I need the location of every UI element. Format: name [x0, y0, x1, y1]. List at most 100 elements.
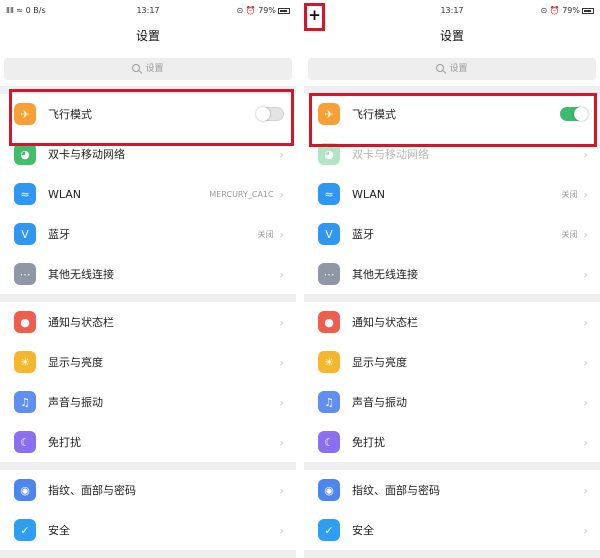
dnd-icon: ☾ — [318, 431, 340, 453]
airplane-icon: ✈ — [318, 103, 340, 125]
row-wlan[interactable]: ≈ WLAN MERCURY_CA1C › — [0, 174, 296, 214]
row-label: 显示与亮度 — [352, 356, 407, 369]
airplane-mode-toggle[interactable] — [560, 107, 588, 121]
search-wrap: 设置 — [0, 50, 296, 86]
status-right: ⊙ ⏰ 79% — [236, 6, 290, 15]
row-label: 显示与亮度 — [48, 356, 103, 369]
page-title: 设置 — [0, 22, 296, 50]
settings-group-device: ● 通知与状态栏 › ☀ 显示与亮度 › ♫ 声音与振动 › ☾ 免打扰 › — [0, 302, 296, 462]
row-notifications[interactable]: ● 通知与状态栏 › — [304, 302, 600, 342]
airplane-mode-toggle[interactable] — [256, 107, 284, 121]
chevron-right-icon: › — [279, 267, 284, 281]
chevron-right-icon: › — [279, 355, 284, 369]
chevron-right-icon: › — [583, 267, 588, 281]
airplane-icon: ✈ — [14, 103, 36, 125]
security-icon: ✓ — [14, 519, 36, 541]
row-airplane-mode[interactable]: ✈ 飞行模式 — [304, 94, 600, 134]
row-label: 飞行模式 — [352, 108, 396, 121]
chevron-right-icon: › — [583, 355, 588, 369]
row-value: MERCURY_CA1C — [209, 189, 274, 199]
display-icon: ☀ — [14, 351, 36, 373]
bluetooth-icon: ᐯ — [318, 223, 340, 245]
chevron-right-icon: › — [279, 147, 284, 161]
row-label: 通知与状态栏 — [48, 316, 114, 329]
chevron-right-icon: › — [583, 523, 588, 537]
row-dnd[interactable]: ☾ 免打扰 › — [0, 422, 296, 462]
row-display[interactable]: ☀ 显示与亮度 › — [0, 342, 296, 382]
row-label: WLAN — [48, 187, 82, 201]
row-airplane-mode[interactable]: ✈ 飞行模式 — [0, 94, 296, 134]
sound-icon: ♫ — [318, 391, 340, 413]
row-label: 双卡与移动网络 — [352, 148, 429, 161]
more-icon: ⋯ — [318, 263, 340, 285]
sim-icon: ◕ — [318, 143, 340, 165]
fingerprint-icon: ◉ — [318, 479, 340, 501]
row-label: 安全 — [352, 524, 374, 537]
search-input[interactable]: 设置 — [4, 58, 292, 80]
row-bluetooth[interactable]: ᐯ 蓝牙 关闭 › — [304, 214, 600, 254]
chevron-right-icon: › — [279, 227, 284, 241]
notify-icon: ● — [318, 311, 340, 333]
settings-group-device: ● 通知与状态栏 › ☀ 显示与亮度 › ♫ 声音与振动 › ☾ 免打扰 › — [304, 302, 600, 462]
chevron-right-icon: › — [279, 395, 284, 409]
row-fingerprint[interactable]: ◉ 指纹、面部与密码 › — [304, 470, 600, 510]
chevron-right-icon: › — [279, 315, 284, 329]
row-security[interactable]: ✓ 安全 › — [0, 510, 296, 550]
chevron-right-icon: › — [583, 395, 588, 409]
sound-icon: ♫ — [14, 391, 36, 413]
row-other-wireless[interactable]: ⋯ 其他无线连接 › — [304, 254, 600, 294]
row-label: 指纹、面部与密码 — [48, 484, 136, 497]
chevron-right-icon: › — [583, 187, 588, 201]
settings-group-network: ✈ 飞行模式 ◕ 双卡与移动网络 › ≈ WLAN MERCURY_CA1C ›… — [0, 94, 296, 294]
row-bluetooth[interactable]: ᐯ 蓝牙 关闭 › — [0, 214, 296, 254]
row-sound[interactable]: ♫ 声音与振动 › — [0, 382, 296, 422]
row-wlan[interactable]: ≈ WLAN 关闭 › — [304, 174, 600, 214]
security-icon: ✓ — [318, 519, 340, 541]
bluetooth-icon: ᐯ — [14, 223, 36, 245]
row-label: 通知与状态栏 — [352, 316, 418, 329]
row-display[interactable]: ☀ 显示与亮度 › — [304, 342, 600, 382]
row-label: 其他无线连接 — [48, 268, 114, 281]
settings-group-security: ◉ 指纹、面部与密码 › ✓ 安全 › — [304, 470, 600, 550]
chevron-right-icon: › — [279, 483, 284, 497]
battery-icon — [582, 7, 594, 14]
chevron-right-icon: › — [583, 435, 588, 449]
battery-icon — [278, 7, 290, 14]
row-label: 蓝牙 — [352, 228, 374, 241]
row-label: 免打扰 — [352, 436, 385, 449]
toggle-knob — [256, 107, 270, 121]
wlan-icon: ≈ — [318, 183, 340, 205]
search-placeholder: 设置 — [145, 64, 164, 74]
plus-icon: + — [308, 6, 321, 24]
search-wrap: 设置 — [304, 50, 600, 86]
settings-group-security: ◉ 指纹、面部与密码 › ✓ 安全 › — [0, 470, 296, 550]
row-sim-network[interactable]: ◕ 双卡与移动网络 › — [304, 134, 600, 174]
display-icon: ☀ — [318, 351, 340, 373]
row-dnd[interactable]: ☾ 免打扰 › — [304, 422, 600, 462]
page-title: 设置 — [304, 22, 600, 50]
wlan-icon: ≈ — [14, 183, 36, 205]
row-fingerprint[interactable]: ◉ 指纹、面部与密码 › — [0, 470, 296, 510]
row-security[interactable]: ✓ 安全 › — [304, 510, 600, 550]
row-label: 双卡与移动网络 — [48, 148, 125, 161]
settings-group-network: ✈ 飞行模式 ◕ 双卡与移动网络 › ≈ WLAN 关闭 › ᐯ 蓝牙 关闭 ›… — [304, 94, 600, 294]
row-label: 飞行模式 — [48, 108, 92, 121]
fingerprint-icon: ◉ — [14, 479, 36, 501]
more-icon: ⋯ — [14, 263, 36, 285]
search-placeholder: 设置 — [449, 64, 468, 74]
settings-screen-after: ✈ 13:17 ⊙ ⏰ 79% 设置 设置 ✈ 飞行模式 ◕ 双卡与移动网络 ›… — [304, 0, 600, 558]
settings-screen-before: ⅡⅡ ≈ 0 B/s 13:17 ⊙ ⏰ 79% 设置 设置 ✈ 飞行模式 ◕ … — [0, 0, 296, 558]
chevron-right-icon: › — [583, 147, 588, 161]
row-notifications[interactable]: ● 通知与状态栏 › — [0, 302, 296, 342]
search-input[interactable]: 设置 — [308, 58, 596, 80]
sim-icon: ◕ — [14, 143, 36, 165]
chevron-right-icon: › — [583, 483, 588, 497]
row-value: 关闭 — [561, 229, 578, 239]
status-bar: ⅡⅡ ≈ 0 B/s 13:17 ⊙ ⏰ 79% — [0, 0, 296, 22]
chevron-right-icon: › — [279, 523, 284, 537]
row-sound[interactable]: ♫ 声音与振动 › — [304, 382, 600, 422]
row-sim-network[interactable]: ◕ 双卡与移动网络 › — [0, 134, 296, 174]
row-label: 声音与振动 — [48, 396, 103, 409]
row-other-wireless[interactable]: ⋯ 其他无线连接 › — [0, 254, 296, 294]
toggle-knob — [574, 107, 588, 121]
